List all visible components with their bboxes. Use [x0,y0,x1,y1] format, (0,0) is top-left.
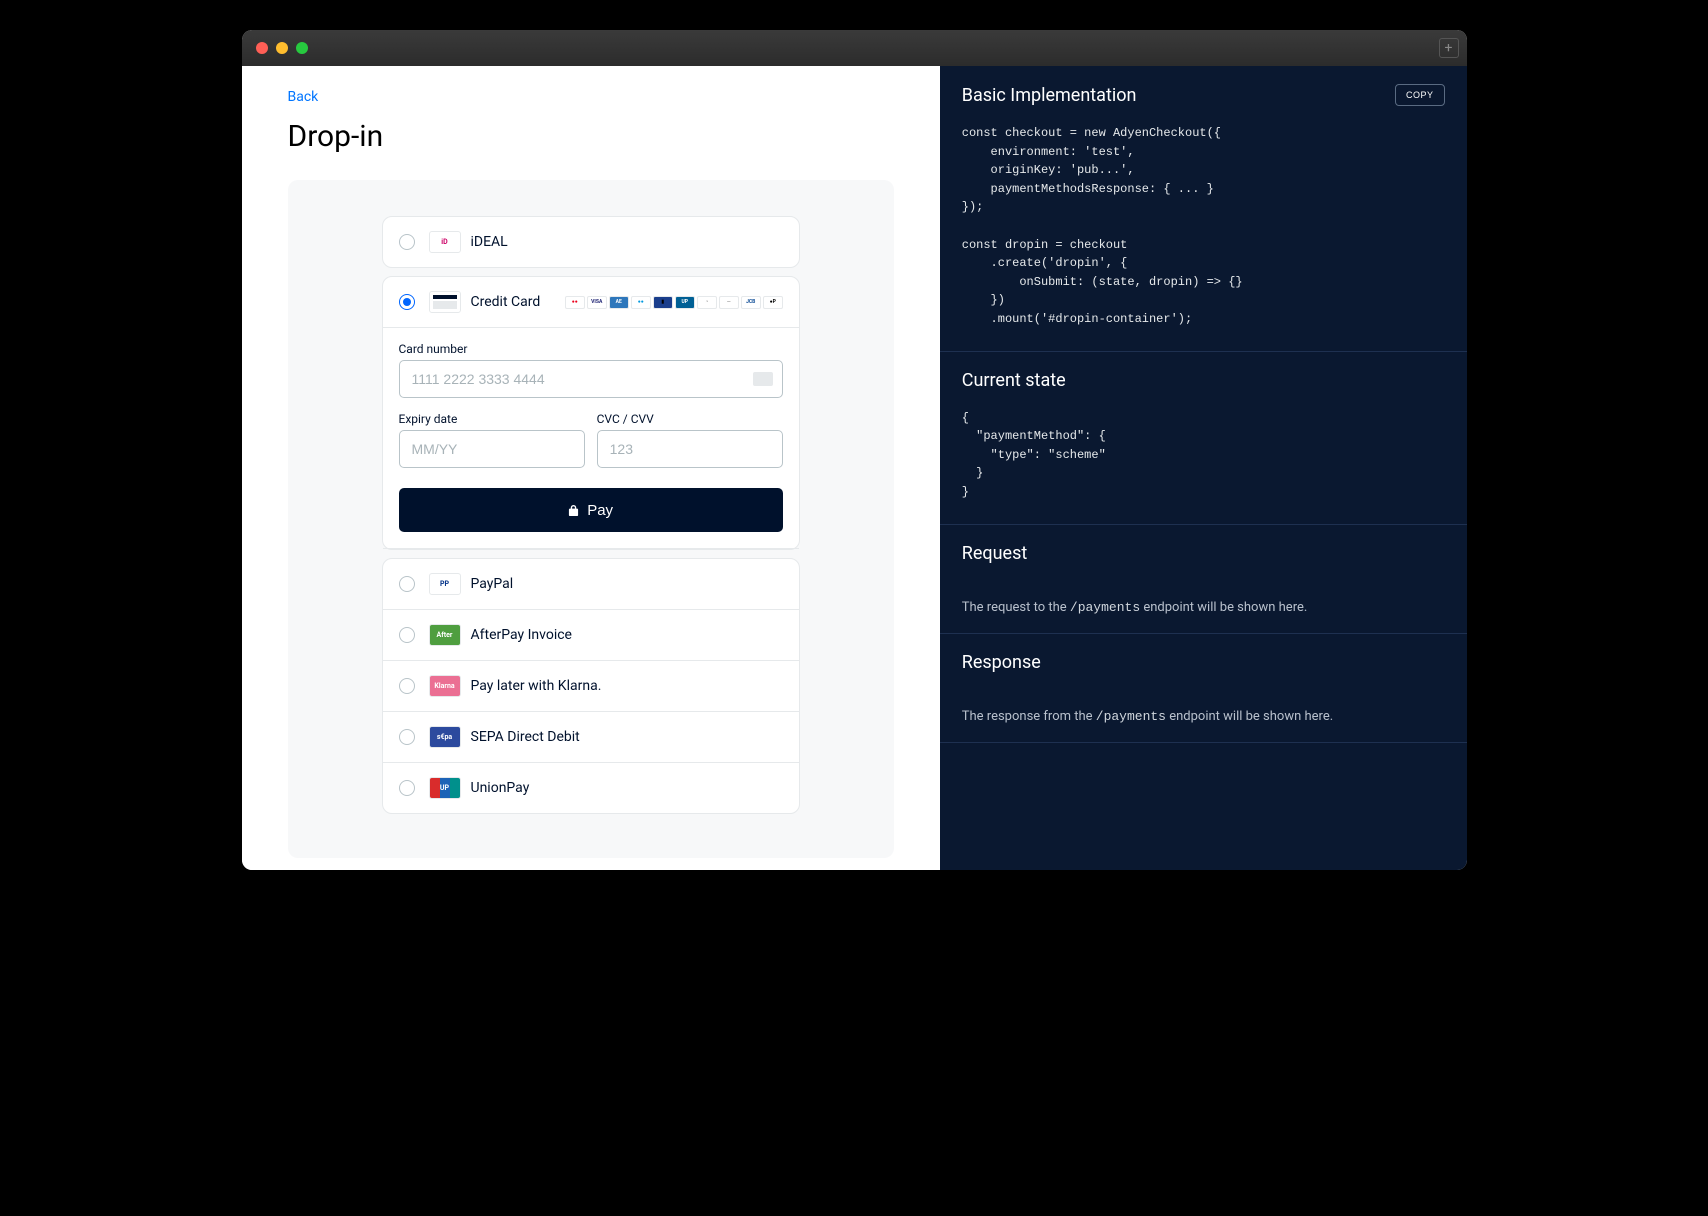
minimize-window-button[interactable] [276,42,288,54]
panel-request: Request The request to the /payments end… [940,525,1467,634]
card-preview-icon [753,372,773,386]
ideal-icon: iD [429,231,461,253]
panel-title: Basic Implementation [962,85,1137,106]
implementation-code: const checkout = new AdyenCheckout({ env… [940,124,1467,351]
sepa-icon: s€pa [429,726,461,748]
payment-method-sepa[interactable]: s€pa SEPA Direct Debit [383,712,799,763]
payment-method-ideal[interactable]: iD iDEAL [382,216,800,268]
window-controls [256,42,308,54]
pm-label: iDEAL [471,234,508,250]
back-link[interactable]: Back [288,89,319,105]
payment-method-card-header[interactable]: Credit Card ●● VISA AE ●● ▮ UP ◔ — JCB [383,277,799,328]
new-tab-button[interactable]: + [1439,38,1459,58]
payment-method-afterpay[interactable]: After AfterPay Invoice [383,610,799,661]
afterpay-icon: After [429,624,461,646]
pm-label: Credit Card [471,294,541,310]
pay-button[interactable]: Pay [399,488,783,532]
panel-response: Response The response from the /payments… [940,634,1467,743]
expiry-input[interactable] [399,430,585,468]
close-window-button[interactable] [256,42,268,54]
panel-state: Current state { "paymentMethod": { "type… [940,352,1467,525]
state-code: { "paymentMethod": { "type": "scheme" } … [940,409,1467,524]
request-body: The request to the /payments endpoint wi… [940,582,1467,633]
radio-icon [399,780,415,796]
radio-icon [399,576,415,592]
panel-title: Current state [962,370,1066,391]
card-number-input[interactable] [399,360,783,398]
payment-method-klarna[interactable]: Klarna Pay later with Klarna. [383,661,799,712]
panel-title: Request [962,543,1028,564]
copy-button[interactable]: COPY [1395,84,1445,106]
expiry-label: Expiry date [399,412,585,426]
pm-label: Pay later with Klarna. [471,678,602,694]
klarna-icon: Klarna [429,675,461,697]
panel-title: Response [962,652,1041,673]
paypal-icon: PP [429,573,461,595]
pm-label: UnionPay [471,780,530,796]
cvc-input[interactable] [597,430,783,468]
radio-icon [399,627,415,643]
content: Back Drop-in iD iDEAL [242,66,1467,870]
pay-button-label: Pay [587,502,613,519]
app-window: + Back Drop-in iD iDEAL [242,30,1467,870]
pm-label: AfterPay Invoice [471,627,572,643]
unionpay-icon: UP [429,777,461,799]
maximize-window-button[interactable] [296,42,308,54]
radio-icon [399,294,415,310]
payment-method-group: PP PayPal After AfterPay Invoice Klarna … [382,558,800,814]
payment-method-card-expanded: Credit Card ●● VISA AE ●● ▮ UP ◔ — JCB [382,276,800,550]
pm-label: PayPal [471,576,514,592]
pm-label: SEPA Direct Debit [471,729,580,745]
payment-method-unionpay[interactable]: UP UnionPay [383,763,799,813]
right-pane: Basic Implementation COPY const checkout… [940,66,1467,870]
dropin-container: iD iDEAL Credit Card ●● VISA A [288,180,894,858]
cvc-label: CVC / CVV [597,412,783,426]
credit-card-icon [429,291,461,313]
radio-icon [399,234,415,250]
panel-implementation: Basic Implementation COPY const checkout… [940,66,1467,352]
card-brands: ●● VISA AE ●● ▮ UP ◔ — JCB ●P [565,296,783,309]
card-number-label: Card number [399,342,783,356]
left-pane: Back Drop-in iD iDEAL [242,66,940,870]
titlebar: + [242,30,1467,66]
card-form: Card number Expiry date [383,342,799,549]
payment-method-paypal[interactable]: PP PayPal [383,559,799,610]
page-title: Drop-in [288,119,894,154]
lock-icon [568,504,579,517]
response-body: The response from the /payments endpoint… [940,691,1467,742]
radio-icon [399,729,415,745]
radio-icon [399,678,415,694]
